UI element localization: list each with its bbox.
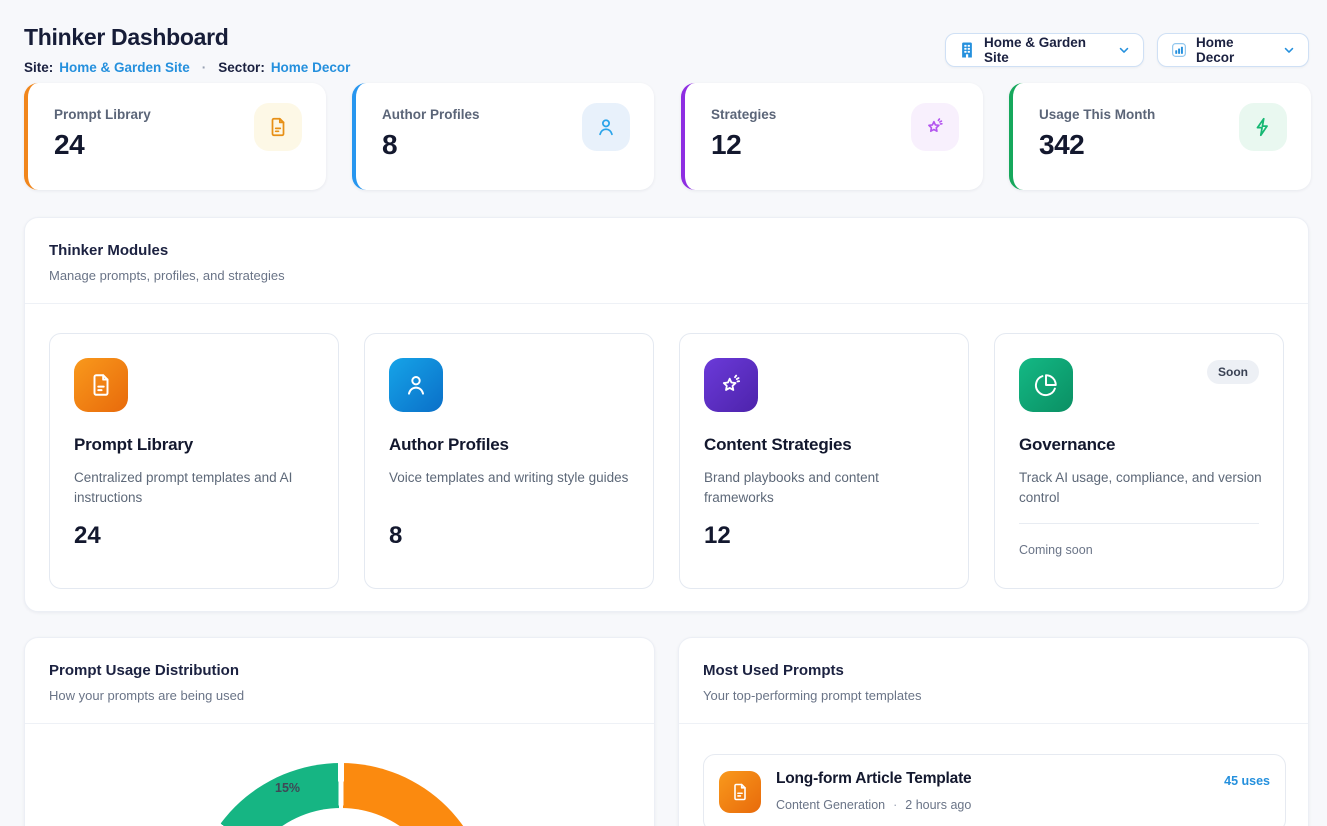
prompt-uses-count: 45 uses [1224,774,1270,788]
thinker-dashboard-page: Thinker Dashboard Site: Home & Garden Si… [0,0,1327,826]
card-title: Prompt Usage Distribution [49,662,630,679]
card-title: Most Used Prompts [703,662,1284,679]
status-badge: Soon [1207,360,1259,384]
file-text-icon [74,358,128,412]
site-dropdown-label: Home & Garden Site [984,35,1109,65]
stat-card-strategies: Strategies 12 [681,83,983,190]
breadcrumb: Site: Home & Garden Site · Sector: Home … [24,60,350,75]
module-description: Track AI usage, compliance, and version … [1019,468,1263,508]
module-description: Centralized prompt templates and AI inst… [74,468,318,508]
module-card-prompt-library[interactable]: Prompt Library Centralized prompt templa… [49,333,339,589]
separator-dot: · [893,798,897,812]
modules-section-header: Thinker Modules Manage prompts, profiles… [25,218,1308,304]
module-title: Governance [1019,435,1115,455]
module-card-governance[interactable]: Soon Governance Track AI usage, complian… [994,333,1284,589]
module-count: 12 [704,522,731,550]
site-link[interactable]: Home & Garden Site [59,60,190,75]
site-label: Site: [24,60,53,75]
prompt-timestamp: 2 hours ago [905,798,971,812]
stat-label: Strategies [711,107,776,122]
usage-card-header: Prompt Usage Distribution How your promp… [25,638,654,724]
sparkle-star-icon [704,358,758,412]
sparkle-star-icon [911,103,959,151]
stat-label: Usage This Month [1039,107,1155,122]
prompt-title: Long-form Article Template [776,770,971,788]
pie-chart-icon [1019,358,1073,412]
card-subtitle: How your prompts are being used [49,688,630,703]
file-text-icon [719,771,761,813]
prompt-usage-card: Prompt Usage Distribution How your promp… [24,637,655,826]
page-title: Thinker Dashboard [24,24,229,51]
module-description: Brand playbooks and content frameworks [704,468,948,508]
module-title: Content Strategies [704,435,852,455]
stat-value: 24 [54,129,84,161]
stat-value: 8 [382,129,397,161]
sector-dropdown[interactable]: Home Decor [1157,33,1309,67]
bar-chart-icon [1170,41,1188,59]
divider [1019,523,1259,524]
donut-hole [236,808,446,826]
usage-donut-chart: 15% [191,763,491,826]
thinker-modules-section: Thinker Modules Manage prompts, profiles… [24,217,1309,612]
stat-label: Author Profiles [382,107,480,122]
sector-link[interactable]: Home Decor [271,60,351,75]
prompts-card-header: Most Used Prompts Your top-performing pr… [679,638,1308,724]
prompt-list-item[interactable]: Long-form Article Template Content Gener… [703,754,1286,826]
stat-label: Prompt Library [54,107,151,122]
module-card-author-profiles[interactable]: Author Profiles Voice templates and writ… [364,333,654,589]
stat-card-prompt-library: Prompt Library 24 [24,83,326,190]
file-text-icon [254,103,302,151]
prompt-category: Content Generation [776,798,885,812]
site-dropdown[interactable]: Home & Garden Site [945,33,1144,67]
card-subtitle: Your top-performing prompt templates [703,688,1284,703]
stat-value: 342 [1039,129,1084,161]
module-count: 24 [74,522,101,550]
lightning-icon [1239,103,1287,151]
module-footer: Coming soon [1019,543,1093,557]
chevron-down-icon [1117,43,1131,57]
stat-card-author-profiles: Author Profiles 8 [352,83,654,190]
module-card-content-strategies[interactable]: Content Strategies Brand playbooks and c… [679,333,969,589]
module-title: Author Profiles [389,435,509,455]
prompt-meta: Content Generation · 2 hours ago [776,798,971,812]
most-used-prompts-card: Most Used Prompts Your top-performing pr… [678,637,1309,826]
user-icon [389,358,443,412]
sector-dropdown-label: Home Decor [1196,35,1274,65]
donut-segment-label: 15% [275,781,300,795]
stat-value: 12 [711,129,741,161]
chevron-down-icon [1282,43,1296,57]
sector-label: Sector: [218,60,265,75]
section-subtitle: Manage prompts, profiles, and strategies [49,268,1284,283]
module-count: 8 [389,522,402,550]
building-icon [958,41,976,59]
module-description: Voice templates and writing style guides [389,468,633,488]
user-icon [582,103,630,151]
separator-dot: · [202,60,207,75]
module-title: Prompt Library [74,435,193,455]
section-title: Thinker Modules [49,242,1284,259]
stat-card-usage: Usage This Month 342 [1009,83,1311,190]
